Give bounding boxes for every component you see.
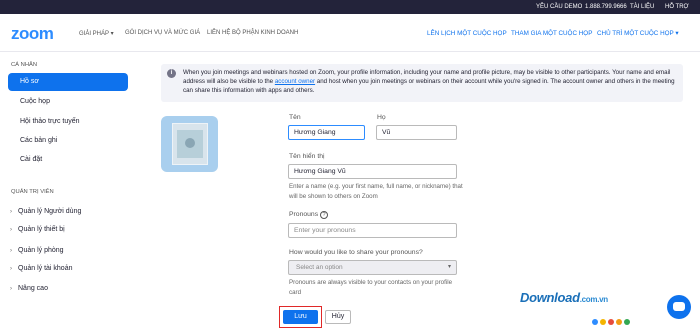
chevron-right-icon: › — [10, 266, 12, 272]
admin-section-title: QUẢN TRỊ VIÊN — [11, 189, 54, 195]
info-icon: i — [167, 69, 176, 78]
sidebar-item-meetings[interactable]: Cuộc họp — [8, 93, 128, 111]
nav-plans-pricing[interactable]: GÓI DỊCH VỤ VÀ MỨC GIÁ — [125, 30, 200, 36]
nav-join-meeting[interactable]: THAM GIA MỘT CUỘC HỌP — [511, 30, 592, 37]
privacy-notice: i When you join meetings and webinars ho… — [161, 64, 683, 102]
pronouns-input[interactable]: Enter your pronouns — [288, 223, 457, 238]
notice-text: When you join meetings and webinars host… — [183, 69, 675, 95]
sidebar-item-recordings[interactable]: Các bản ghi — [8, 132, 128, 150]
chevron-right-icon: › — [10, 209, 12, 215]
share-pronouns-hint: Pronouns are always visible to your cont… — [289, 279, 453, 296]
cancel-button[interactable]: Hủy — [325, 310, 351, 324]
zoom-logo[interactable]: zoom — [11, 24, 54, 44]
chat-button[interactable] — [667, 295, 691, 319]
last-name-field[interactable]: Vũ — [376, 125, 457, 140]
profile-picture[interactable] — [161, 116, 218, 172]
first-name-field[interactable]: Hương Giang — [288, 125, 365, 140]
chevron-right-icon: › — [10, 286, 12, 292]
support-link[interactable]: HỖ TRỢ — [665, 4, 689, 10]
sidebar-item-settings[interactable]: Cài đặt — [8, 151, 128, 169]
request-demo-link[interactable]: YÊU CẦU DEMO — [536, 4, 582, 10]
resources-menu[interactable]: TÀI LIỆU — [630, 4, 654, 10]
chat-bubble-icon — [673, 302, 685, 311]
sidebar-item-advanced[interactable]: › Nâng cao — [10, 285, 48, 292]
sidebar-item-room-management[interactable]: › Quản lý phòng — [10, 247, 64, 254]
sidebar-item-webinars[interactable]: Hội thảo trực tuyến — [8, 113, 128, 131]
nav-host-meeting[interactable]: CHỦ TRÌ MỘT CUỘC HỌP ▾ — [597, 30, 679, 37]
top-bar: YÊU CẦU DEMO 1.888.799.9666 TÀI LIỆU HỖ … — [0, 0, 700, 14]
pronouns-label: Pronouns — [289, 211, 319, 218]
sidebar: CÁ NHÂN Hồ sơ Cuộc họp Hội thảo trực tuy… — [0, 52, 143, 331]
nav-contact-sales[interactable]: LIÊN HỆ BỘ PHẬN KINH DOANH — [207, 30, 298, 36]
personal-section-title: CÁ NHÂN — [11, 62, 38, 68]
last-name-label: Họ — [377, 114, 386, 121]
display-name-hint: Enter a name (e.g. your first name, full… — [289, 183, 463, 200]
photo-frame-icon — [172, 123, 208, 165]
sidebar-item-account-management[interactable]: › Quản lý tài khoản — [10, 265, 72, 272]
phone-number: 1.888.799.9666 — [585, 4, 627, 10]
display-name-field[interactable]: Hương Giang Vũ — [288, 164, 457, 179]
display-name-label: Tên hiển thị — [289, 153, 325, 160]
chevron-right-icon: › — [10, 227, 12, 233]
main-content: i When you join meetings and webinars ho… — [143, 52, 700, 331]
share-pronouns-label: How would you like to share your pronoun… — [289, 249, 423, 256]
nav-solutions[interactable]: GIẢI PHÁP ▾ — [79, 30, 114, 37]
sidebar-item-device-management[interactable]: › Quản lý thiết bị — [10, 226, 65, 233]
first-name-label: Tên — [289, 114, 301, 121]
download-watermark: Download.com.vn — [520, 290, 608, 305]
nav-schedule-meeting[interactable]: LÊN LỊCH MỘT CUỘC HỌP — [427, 30, 507, 37]
save-button[interactable]: Lưu — [283, 310, 318, 324]
main-navbar: zoom GIẢI PHÁP ▾ GÓI DỊCH VỤ VÀ MỨC GIÁ … — [0, 14, 700, 52]
chevron-down-icon: ▾ — [447, 264, 451, 270]
watermark-dots — [592, 312, 632, 330]
account-owner-link[interactable]: account owner — [275, 78, 315, 85]
share-pronouns-select[interactable]: Select an option ▾ — [288, 260, 457, 275]
sidebar-item-user-management[interactable]: › Quản lý Người dùng — [10, 208, 81, 215]
help-icon[interactable]: ? — [320, 211, 328, 219]
sidebar-item-profile[interactable]: Hồ sơ — [8, 73, 128, 91]
chevron-right-icon: › — [10, 248, 12, 254]
